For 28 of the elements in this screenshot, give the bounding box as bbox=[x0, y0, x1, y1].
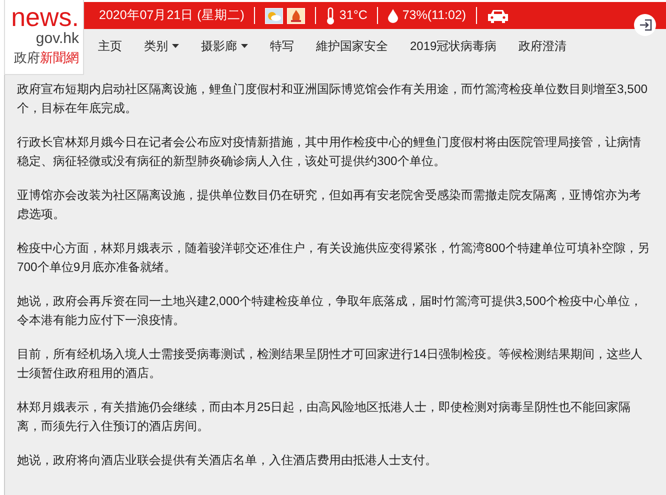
nav-link[interactable]: 維护国家安全 bbox=[316, 36, 388, 54]
droplet-icon bbox=[388, 8, 398, 22]
article-paragraph: 她说，政府会再斥资在同一土地兴建2,000个特建检疫单位，争取年底落成，届时竹篙湾可提供3,500个检疫中心单位，令本港有能力应付下一浪疫情。 bbox=[17, 293, 643, 329]
car-icon[interactable] bbox=[487, 8, 510, 22]
logout-button[interactable] bbox=[634, 14, 656, 36]
nav-link[interactable]: 政府澄清 bbox=[518, 36, 567, 54]
nav-link[interactable]: 主页 bbox=[98, 36, 122, 54]
thermometer-icon bbox=[326, 6, 336, 24]
warning-icon bbox=[287, 8, 306, 24]
nav-link[interactable]: 特写 bbox=[270, 36, 294, 54]
weather-icon bbox=[265, 8, 284, 24]
article-paragraph: 亚博馆亦会改装为社区隔离设施，提供单位数目仍在研究，但如再有安老院舍受感染而需撤走院友隔离，亚博馆亦为考虑选项。 bbox=[17, 187, 642, 223]
humidity-text: 73%(11:02) bbox=[402, 7, 466, 24]
exit-icon bbox=[638, 19, 652, 31]
nav-dropdown[interactable]: 摄影廊 bbox=[201, 36, 248, 54]
article-paragraph: 政府宣布短期内启动社区隔离设施，鲤鱼门度假村和亚洲国际博览馆会作有关用途，而竹篙湾检疫单位数目则增至3,500个，目标在年底完成。 bbox=[17, 81, 648, 117]
date-text: 2020年07月21日 (星期二) bbox=[99, 7, 244, 24]
logo-subtitle[interactable]: 政府新聞網 bbox=[14, 47, 79, 69]
nav-dropdown[interactable]: 类别 bbox=[144, 36, 179, 54]
article-paragraph: 林郑月娥表示，有关措施仍会继续，而由本月25日起，由高风险地区抵港人士，即使检测对病毒呈阴性也不能回家隔离，而须先行入住预订的酒店房间。 bbox=[17, 399, 632, 435]
nav-link[interactable]: 2019冠状病毒病 bbox=[410, 36, 497, 54]
temperature-text: 31°C bbox=[339, 7, 368, 24]
article-paragraph: 行政长官林郑月娥今日在记者会公布应对疫情新措施，其中用作检疫中心的鲤鱼门度假村将由医院管理局接管，让病情稳定、病征轻微或没有病征的新型肺炎确诊病人入住，该处可提供约300个单位。 bbox=[17, 134, 642, 170]
logo-text[interactable]: gov.hk bbox=[36, 30, 79, 47]
logo-text[interactable]: news. bbox=[11, 4, 79, 30]
article-paragraph: 她说，政府将向酒店业联会提供有关酒店名单，入住酒店费用由抵港人士支付。 bbox=[17, 452, 438, 469]
article-paragraph: 目前，所有经机场入境人士需接受病毒测试，检测结果呈阴性才可回家进行14日强制检疫。等候检测结果期间，这些人士须暂住政府租用的酒店。 bbox=[17, 346, 644, 382]
article-paragraph: 检疫中心方面，林郑月娥表示，随着骏洋邨交还准住户，有关设施供应变得紧张，竹篙湾800个特建单位可填补空隙，另700个单位9月底亦准备就绪。 bbox=[17, 240, 650, 276]
